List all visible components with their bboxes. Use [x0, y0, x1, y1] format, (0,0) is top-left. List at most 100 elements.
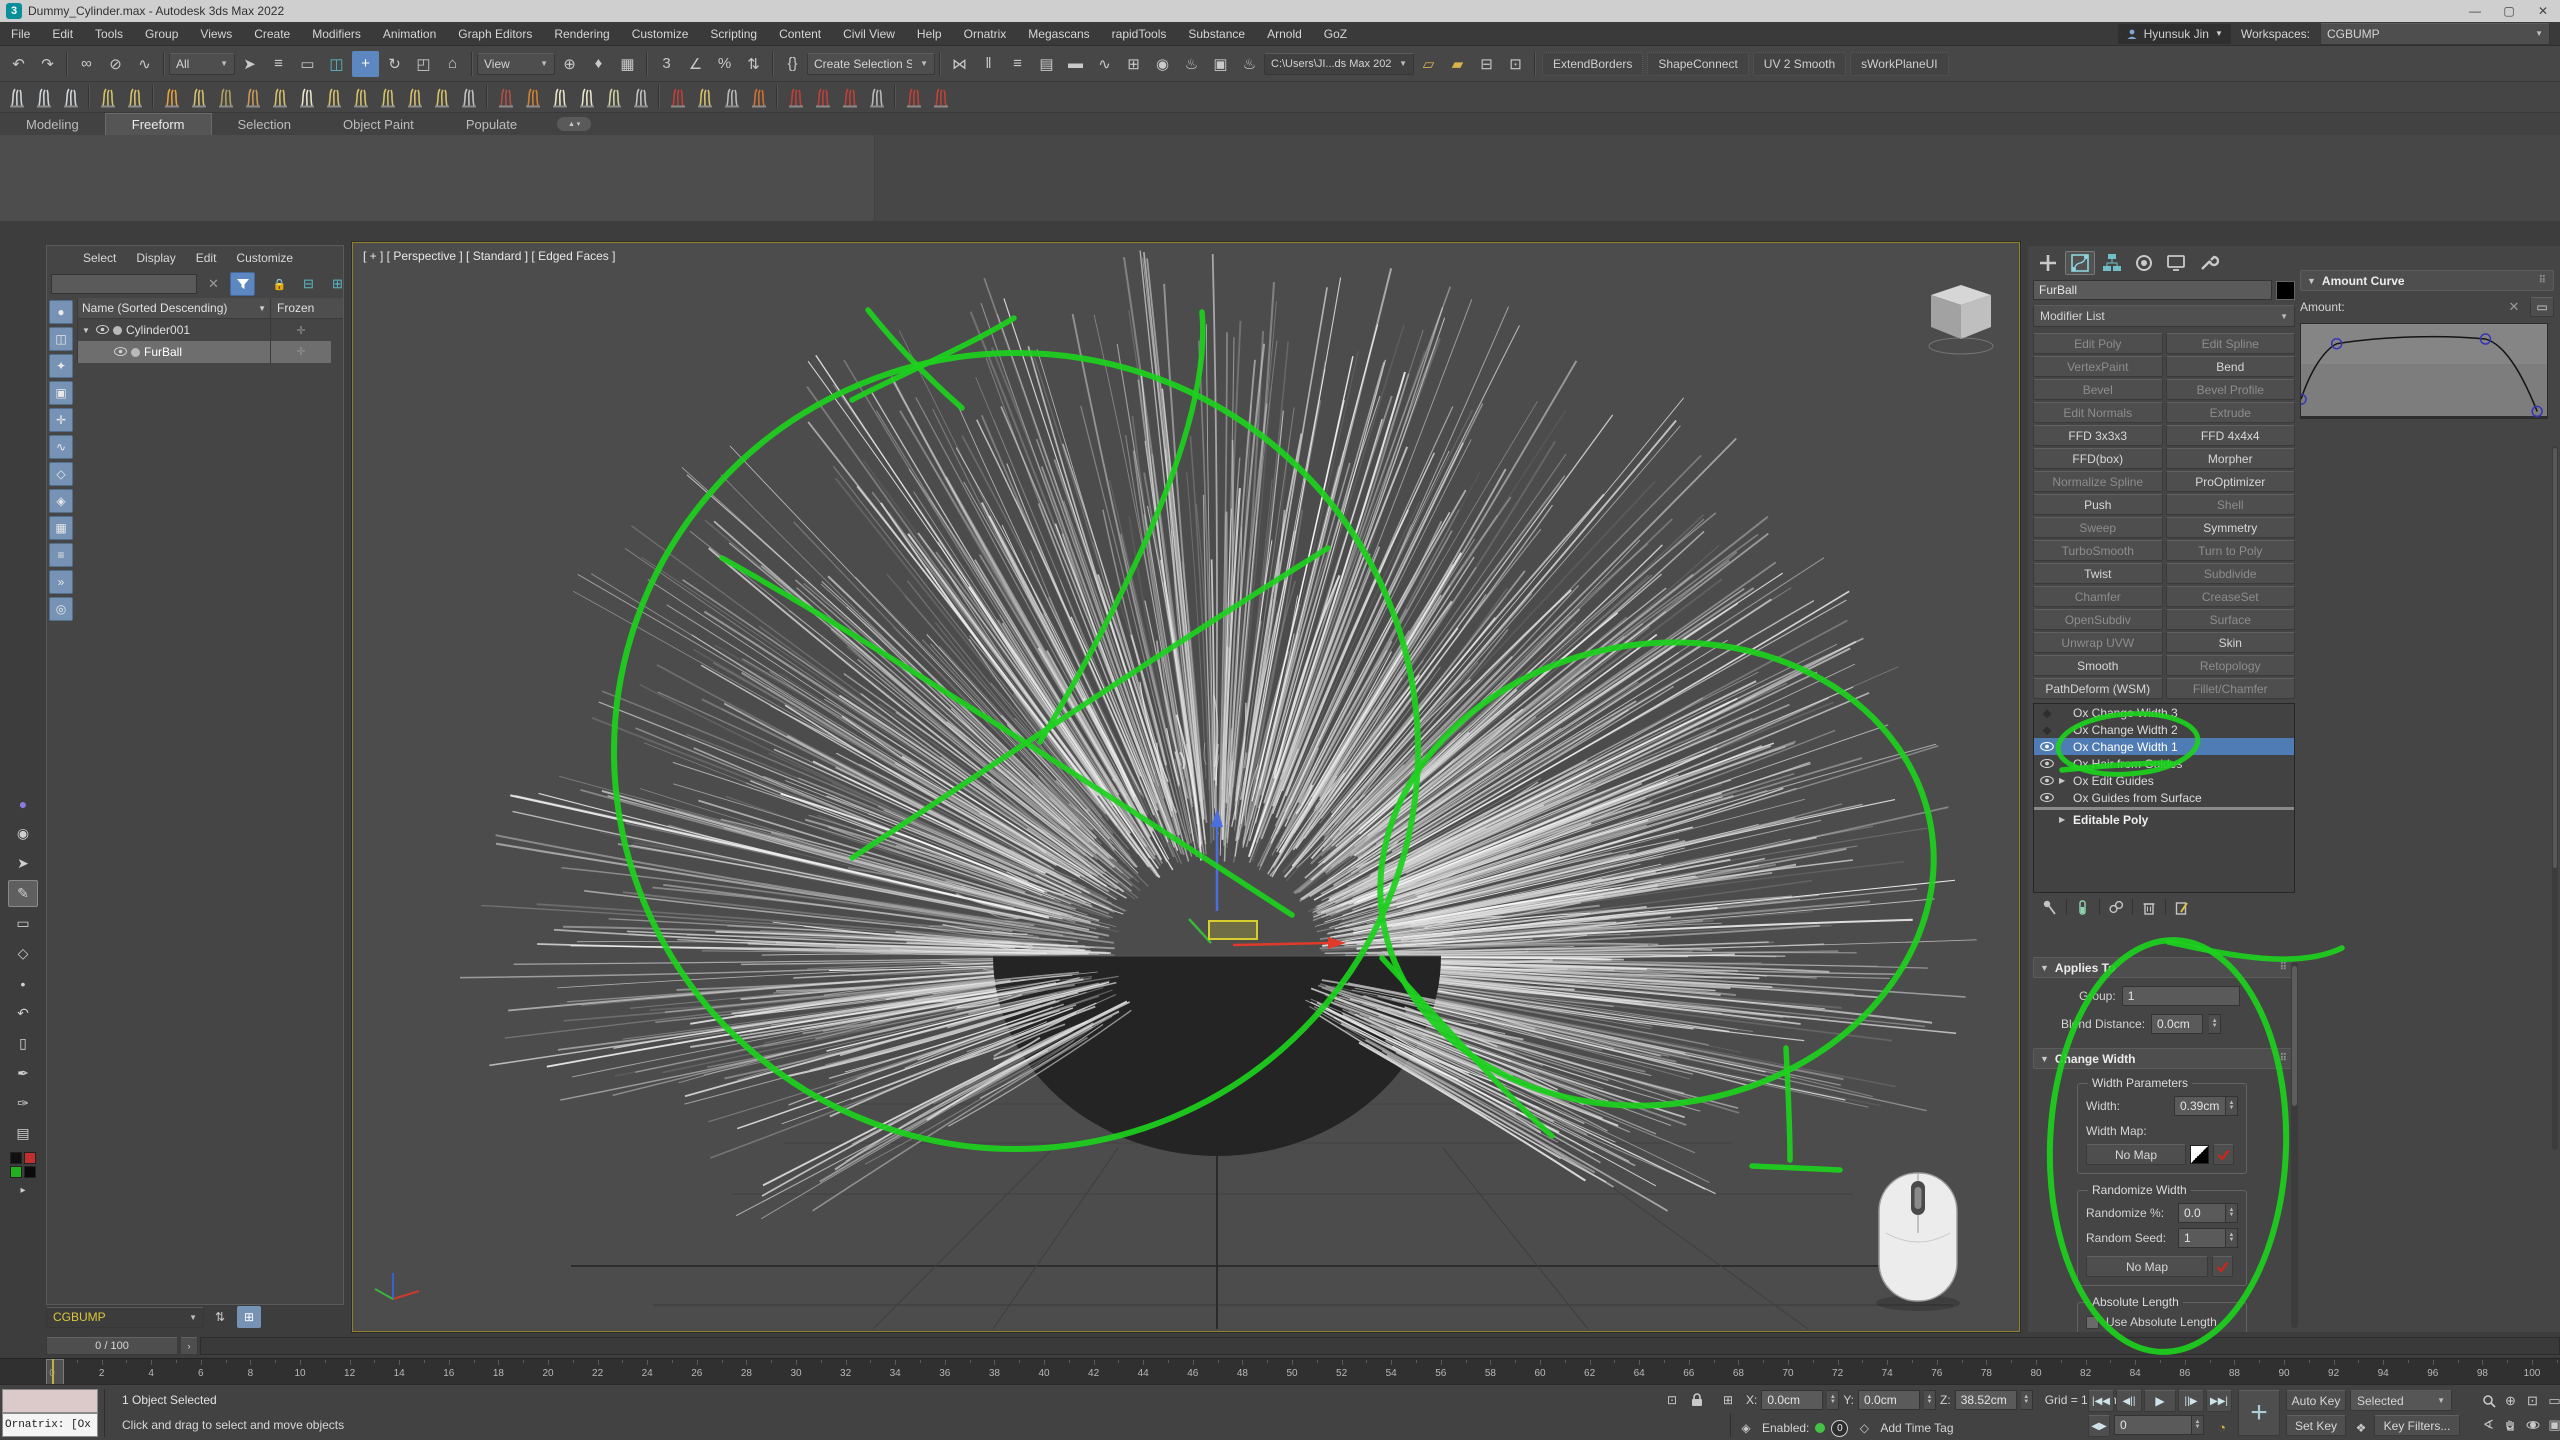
- menu-megascans[interactable]: Megascans: [1017, 22, 1100, 46]
- track-bar[interactable]: 0246810121416182022242628303234363840424…: [0, 1358, 2560, 1384]
- modifier-button-skin[interactable]: Skin: [2166, 632, 2296, 653]
- select-by-name-icon[interactable]: ≡: [265, 51, 292, 77]
- auto-key-button[interactable]: Auto Key: [2286, 1390, 2346, 1411]
- remove-modifier-icon[interactable]: [2138, 897, 2160, 917]
- ornatrix-tool-icon[interactable]: [520, 85, 545, 110]
- ornatrix-tool-icon[interactable]: [547, 85, 572, 110]
- modifier-button-extrude[interactable]: Extrude: [2166, 402, 2296, 423]
- modifier-button-morpher[interactable]: Morpher: [2166, 448, 2296, 469]
- modifier-button-vertexpaint[interactable]: VertexPaint: [2033, 356, 2163, 377]
- key-paw-icon[interactable]: ❖: [2351, 1415, 2371, 1440]
- display-filter-icon-6[interactable]: ◇: [49, 462, 73, 486]
- width-spinner[interactable]: ▲▼: [2226, 1096, 2238, 1116]
- marquee-tool-icon[interactable]: ▭: [8, 910, 38, 937]
- panel-tab-modify[interactable]: [2065, 251, 2095, 275]
- column-header-name[interactable]: Name (Sorted Descending)▼: [78, 301, 270, 315]
- panel-tab-display[interactable]: [2161, 251, 2191, 275]
- mirror-icon[interactable]: ⋈: [946, 51, 973, 77]
- workspace-dropdown[interactable]: CGBUMP▼: [2320, 23, 2550, 45]
- ornatrix-character-icon[interactable]: ●: [8, 790, 38, 817]
- explorer-menu-edit[interactable]: Edit: [186, 251, 227, 265]
- modifier-button-twist[interactable]: Twist: [2033, 563, 2163, 584]
- select-scale-icon[interactable]: ◰: [410, 51, 437, 77]
- display-filter-icon-2[interactable]: ✦: [49, 354, 73, 378]
- object-color-swatch[interactable]: [2276, 281, 2295, 300]
- absolute-offset-toggle-icon[interactable]: ⊞: [1717, 1390, 1739, 1410]
- amount-curve-graph[interactable]: [2300, 323, 2548, 419]
- extendborders-button[interactable]: ExtendBorders: [1542, 52, 1643, 76]
- rendered-frame-icon[interactable]: ▣: [1207, 51, 1234, 77]
- modifier-eye-icon[interactable]: [2038, 740, 2056, 754]
- use-pivot-center-icon[interactable]: ⊕: [556, 51, 583, 77]
- keyboard-override-icon[interactable]: ▦: [614, 51, 641, 77]
- explorer-row[interactable]: FurBall✛: [78, 341, 343, 363]
- sworkplaneui-button[interactable]: sWorkPlaneUI: [1850, 52, 1948, 76]
- modifier-eye-icon[interactable]: [2038, 791, 2056, 805]
- ornatrix-tool-icon[interactable]: [348, 85, 373, 110]
- project-folder-icon[interactable]: ▱: [1415, 51, 1442, 77]
- select-object-icon[interactable]: ➤: [236, 51, 263, 77]
- modifier-button-ffd-3x3x3[interactable]: FFD 3x3x3: [2033, 425, 2163, 446]
- menu-arnold[interactable]: Arnold: [1256, 22, 1313, 46]
- explorer-menu-customize[interactable]: Customize: [226, 251, 303, 265]
- ornatrix-tool-icon[interactable]: [186, 85, 211, 110]
- modifier-button-surface[interactable]: Surface: [2166, 609, 2296, 630]
- ribbon-toggle-icon[interactable]: ▬: [1062, 51, 1089, 77]
- ornatrix-tool-icon[interactable]: [810, 85, 835, 110]
- eyedropper-icon[interactable]: ✑: [8, 1090, 38, 1117]
- ornatrix-tool-icon[interactable]: [864, 85, 889, 110]
- macro-recorder-box[interactable]: [2, 1389, 98, 1413]
- menu-content[interactable]: Content: [768, 22, 832, 46]
- ornatrix-tool-icon[interactable]: [402, 85, 427, 110]
- render-setup-icon[interactable]: ♨: [1178, 51, 1205, 77]
- display-filter-icon-5[interactable]: ∿: [49, 435, 73, 459]
- panel-tab-hierarchy[interactable]: [2097, 251, 2127, 275]
- modifier-button-normalize-spline[interactable]: Normalize Spline: [2033, 471, 2163, 492]
- modifier-button-smooth[interactable]: Smooth: [2033, 655, 2163, 676]
- y-spinner[interactable]: ▲▼: [1924, 1390, 1936, 1410]
- menu-animation[interactable]: Animation: [372, 22, 447, 46]
- menu-graph-editors[interactable]: Graph Editors: [447, 22, 543, 46]
- timeline-caret[interactable]: [46, 1359, 64, 1385]
- soft-selection-icon[interactable]: ◇: [8, 940, 38, 967]
- panel-tab-utilities[interactable]: [2193, 251, 2223, 275]
- frozen-cell[interactable]: ✛: [271, 341, 331, 363]
- randomize-percent-spinner[interactable]: ▲▼: [2226, 1203, 2238, 1223]
- modifier-button-opensubdiv[interactable]: OpenSubdiv: [2033, 609, 2163, 630]
- window-crossing-icon[interactable]: ◫: [323, 51, 350, 77]
- display-filter-icon-3[interactable]: ▣: [49, 381, 73, 405]
- ornatrix-tool-icon[interactable]: [58, 85, 83, 110]
- configure-modifier-sets-icon[interactable]: [2171, 897, 2193, 917]
- time-configuration-icon[interactable]: ◔: [2211, 1414, 2233, 1440]
- stack-item[interactable]: ◆Ox Change Width 3: [2034, 704, 2294, 721]
- ribbon-tab-object-paint[interactable]: Object Paint: [317, 113, 440, 135]
- randomize-map-enable-toggle[interactable]: [2212, 1256, 2233, 1277]
- object-name-field[interactable]: FurBall: [2033, 280, 2272, 300]
- ribbon-tab-selection[interactable]: Selection: [212, 113, 317, 135]
- modifier-button-push[interactable]: Push: [2033, 494, 2163, 515]
- ribbon-tab-populate[interactable]: Populate: [440, 113, 543, 135]
- notes-icon[interactable]: ▤: [8, 1120, 38, 1147]
- modifier-button-unwrap-uvw[interactable]: Unwrap UVW: [2033, 632, 2163, 653]
- play-button[interactable]: ▶: [2144, 1390, 2176, 1412]
- schematic-toggle-icon[interactable]: ⊞: [237, 1306, 261, 1328]
- perspective-viewport[interactable]: [ + ] [ Perspective ] [ Standard ] [ Edg…: [352, 242, 2020, 1332]
- display-filter-icon-7[interactable]: ◈: [49, 489, 73, 513]
- angle-snap-icon[interactable]: ∠: [682, 51, 709, 77]
- zoom-region-icon[interactable]: ▭: [2544, 1391, 2560, 1411]
- user-account-menu[interactable]: Hyunsuk Jin ▼: [2118, 24, 2231, 44]
- modifier-button-bend[interactable]: Bend: [2166, 356, 2296, 377]
- ribbon-tab-freeform[interactable]: Freeform: [105, 113, 212, 135]
- named-selection-sets-dropdown[interactable]: Create Selection Set▼: [807, 53, 935, 75]
- select-rotate-icon[interactable]: ↻: [381, 51, 408, 77]
- pan-hand-icon[interactable]: [2500, 1415, 2521, 1435]
- rollout-applies-to[interactable]: ▼Applies To⠿: [2033, 957, 2295, 978]
- menu-edit[interactable]: Edit: [41, 22, 84, 46]
- go-to-end-button[interactable]: ▶▶|: [2206, 1390, 2232, 1412]
- file-link-icon[interactable]: ⊡: [1502, 51, 1529, 77]
- asset-library-icon[interactable]: ▰: [1444, 51, 1471, 77]
- viewport-canvas[interactable]: [353, 243, 2019, 1331]
- ornatrix-tool-icon[interactable]: [31, 85, 56, 110]
- display-filter-icon-1[interactable]: ◫: [49, 327, 73, 351]
- ribbon-collapse-button[interactable]: ▲ ▾: [557, 117, 591, 131]
